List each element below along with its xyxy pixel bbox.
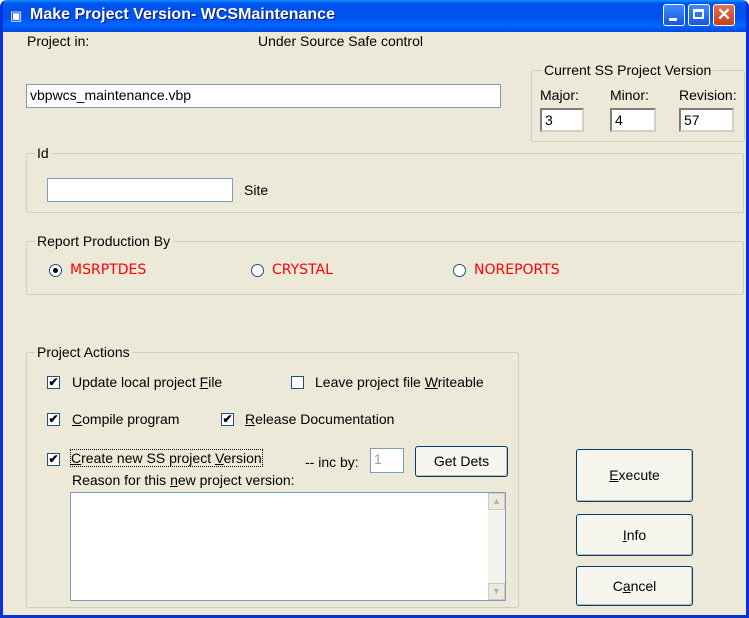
close-button[interactable]: ✕ <box>713 4 735 26</box>
major-label: Major: <box>540 87 579 103</box>
get-dets-button[interactable]: Get Dets <box>415 446 508 477</box>
info-button[interactable]: Info <box>576 514 693 556</box>
radio-msrptdes[interactable] <box>49 264 62 277</box>
scroll-down-icon[interactable]: ▼ <box>488 583 505 600</box>
minimize-icon <box>669 18 677 21</box>
leave-writeable-label[interactable]: Leave project file Writeable <box>315 374 484 390</box>
source-control-status: Under Source Safe control <box>258 33 423 49</box>
reason-label: Reason for this new project version: <box>72 472 295 488</box>
major-field[interactable]: 3 <box>540 108 584 132</box>
release-docs-label[interactable]: Release Documentation <box>245 411 394 427</box>
maximize-icon <box>693 9 704 19</box>
site-label: Site <box>244 182 269 198</box>
app-icon: ▣ <box>10 8 23 23</box>
project-file-field[interactable]: vbpwcs_maintenance.vbp <box>26 84 501 108</box>
project-actions-legend: Project Actions <box>35 344 132 360</box>
compile-program-label[interactable]: Compile program <box>72 411 179 427</box>
radio-crystal-label[interactable]: CRYSTAL <box>272 262 333 278</box>
create-version-label[interactable]: Create new SS project Version <box>70 449 263 467</box>
radio-selected-dot <box>53 268 58 273</box>
minimize-button[interactable] <box>663 4 685 26</box>
update-local-label[interactable]: Update local project File <box>72 374 222 390</box>
cancel-button[interactable]: Cancel <box>576 566 693 606</box>
minor-field[interactable]: 4 <box>610 108 656 132</box>
update-local-checkbox[interactable]: ✔ <box>47 376 60 389</box>
current-version-legend: Current SS Project Version <box>542 62 714 78</box>
revision-field[interactable]: 57 <box>679 108 734 132</box>
inc-by-label: -- inc by: <box>305 454 359 470</box>
radio-noreports-label[interactable]: NOREPORTS <box>474 262 560 278</box>
revision-label: Revision: <box>679 87 737 103</box>
radio-crystal[interactable] <box>251 264 264 277</box>
reason-scrollbar[interactable]: ▲ ▼ <box>488 493 505 600</box>
window-title: Make Project Version- WCSMaintenance <box>30 6 335 23</box>
maximize-button[interactable] <box>688 4 710 26</box>
title-bar[interactable]: ▣ Make Project Version- WCSMaintenance ✕ <box>3 0 746 32</box>
reason-textarea[interactable]: ▲ ▼ <box>70 492 506 601</box>
scroll-up-icon[interactable]: ▲ <box>488 493 505 510</box>
create-version-checkbox[interactable]: ✔ <box>47 453 60 466</box>
minor-label: Minor: <box>610 87 649 103</box>
project-in-label: Project in: <box>27 33 90 49</box>
close-icon: ✕ <box>716 5 732 24</box>
report-production-legend: Report Production By <box>35 233 173 249</box>
id-field[interactable] <box>47 178 233 202</box>
id-legend: Id <box>35 145 51 161</box>
radio-noreports[interactable] <box>453 264 466 277</box>
leave-writeable-checkbox[interactable] <box>291 376 304 389</box>
inc-by-field[interactable]: 1 <box>370 448 404 473</box>
release-docs-checkbox[interactable]: ✔ <box>221 413 234 426</box>
compile-program-checkbox[interactable]: ✔ <box>47 413 60 426</box>
make-project-version-window: ▣ Make Project Version- WCSMaintenance ✕… <box>0 0 749 618</box>
execute-button[interactable]: Execute <box>576 449 693 502</box>
radio-msrptdes-label[interactable]: MSRPTDES <box>70 262 146 278</box>
